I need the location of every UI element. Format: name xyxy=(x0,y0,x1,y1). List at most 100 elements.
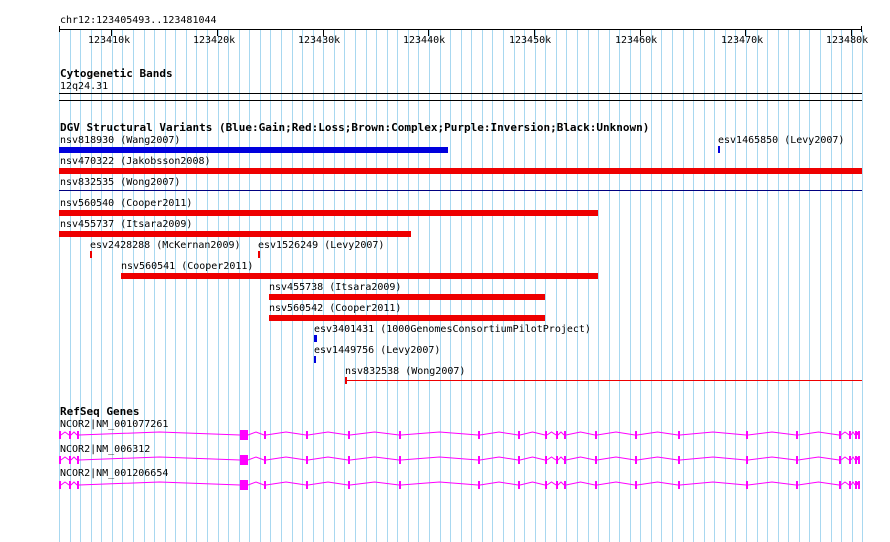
gene-exon xyxy=(564,431,566,439)
gene-exon xyxy=(796,431,798,439)
locus-label: chr12:123405493..123481044 xyxy=(60,15,217,26)
gene-exon xyxy=(595,431,597,439)
gene-exon xyxy=(858,431,860,439)
gene-exon xyxy=(240,455,248,465)
gene-exon xyxy=(240,430,248,440)
variant-label[interactable]: nsv832538 (Wong2007) xyxy=(345,366,465,378)
gene-exon xyxy=(564,456,566,464)
ruler-tick-label: 123450k xyxy=(509,35,552,46)
ruler-axis xyxy=(59,29,861,30)
variant-label[interactable]: nsv455737 (Itsara2009) xyxy=(60,219,192,231)
variant-bar-loss[interactable] xyxy=(258,251,260,258)
gene-model-nm-001077261[interactable] xyxy=(59,428,862,442)
variant-bar-loss[interactable] xyxy=(269,315,545,321)
ruler-tick-label: 123430k xyxy=(298,35,341,46)
gene-exon xyxy=(678,456,680,464)
gene-exon xyxy=(306,431,308,439)
gene-exon xyxy=(855,481,857,489)
variant-label[interactable]: nsv560541 (Cooper2011) xyxy=(121,261,253,273)
variant-bar-loss[interactable] xyxy=(59,210,598,216)
gene-exon xyxy=(518,481,520,489)
variant-label[interactable]: esv1465850 (Levy2007) xyxy=(718,135,844,147)
variant-label[interactable]: nsv818930 (Wang2007) xyxy=(60,135,180,147)
gene-exon xyxy=(545,431,547,439)
gene-exon xyxy=(348,431,350,439)
variant-bar-gain[interactable] xyxy=(59,147,448,153)
variant-label[interactable]: esv2428288 (McKernan2009) xyxy=(90,240,241,252)
variant-bar-gain[interactable] xyxy=(314,356,316,363)
gene-intron xyxy=(60,481,859,486)
cytoband-label: 12q24.31 xyxy=(60,81,109,92)
ruler-tick-label: 123420k xyxy=(193,35,236,46)
ruler-end-tick xyxy=(59,26,60,32)
gene-exon xyxy=(518,456,520,464)
gene-exon xyxy=(849,481,851,489)
gene-exon xyxy=(746,431,748,439)
gene-exon xyxy=(478,481,480,489)
gene-exon xyxy=(595,456,597,464)
variant-label[interactable]: esv1526249 (Levy2007) xyxy=(258,240,384,252)
gene-exon xyxy=(839,456,841,464)
gene-exon xyxy=(240,480,248,490)
ruler-end-tick xyxy=(861,26,862,32)
gene-intron xyxy=(60,431,859,436)
gene-exon xyxy=(635,456,637,464)
ruler-tick-label: 123480k xyxy=(826,35,869,46)
gene-exon xyxy=(348,481,350,489)
variant-label[interactable]: nsv455738 (Itsara2009) xyxy=(269,282,401,294)
gene-exon xyxy=(796,481,798,489)
gene-exon xyxy=(59,456,61,464)
cytoband-band-bottom xyxy=(59,100,862,101)
variant-label[interactable]: nsv560542 (Cooper2011) xyxy=(269,303,401,315)
gene-exon xyxy=(399,431,401,439)
gene-exon xyxy=(849,431,851,439)
gene-exon xyxy=(399,456,401,464)
variant-bar-start-tick xyxy=(345,377,347,384)
gene-exon xyxy=(69,431,71,439)
variant-label[interactable]: nsv560540 (Cooper2011) xyxy=(60,198,192,210)
variant-label[interactable]: esv1449756 (Levy2007) xyxy=(314,345,440,357)
gene-exon xyxy=(478,431,480,439)
variant-bar-loss[interactable] xyxy=(59,231,411,237)
gene-exon xyxy=(855,456,857,464)
gene-exon xyxy=(796,456,798,464)
variant-bar-gain[interactable] xyxy=(718,146,720,153)
variant-bar-line[interactable] xyxy=(59,190,862,191)
variant-label[interactable]: esv3401431 (1000GenomesConsortiumPilotPr… xyxy=(314,324,591,336)
gene-exon xyxy=(746,481,748,489)
gene-exon xyxy=(545,456,547,464)
variant-bar-line[interactable] xyxy=(345,380,862,381)
gene-exon xyxy=(545,481,547,489)
gene-exon xyxy=(399,481,401,489)
gene-exon xyxy=(69,456,71,464)
variant-bar-loss[interactable] xyxy=(269,294,545,300)
gene-exon xyxy=(858,481,860,489)
variant-bar-loss[interactable] xyxy=(90,251,92,258)
gene-model-nm-006312[interactable] xyxy=(59,453,862,467)
ruler-tick-label: 123460k xyxy=(615,35,658,46)
gene-exon xyxy=(556,431,558,439)
gene-exon xyxy=(264,481,266,489)
gene-exon xyxy=(556,481,558,489)
gene-exon xyxy=(77,456,79,464)
gene-exon xyxy=(348,456,350,464)
refseq-track-title[interactable]: RefSeq Genes xyxy=(60,406,139,418)
gene-exon xyxy=(746,456,748,464)
ruler-tick-label: 123440k xyxy=(403,35,446,46)
variant-bar-loss[interactable] xyxy=(59,168,862,174)
gene-exon xyxy=(839,481,841,489)
gene-exon xyxy=(77,481,79,489)
gene-exon xyxy=(678,481,680,489)
gene-exon xyxy=(839,431,841,439)
cytoband-track-title[interactable]: Cytogenetic Bands xyxy=(60,68,173,80)
variant-label[interactable]: nsv832535 (Wong2007) xyxy=(60,177,180,189)
gene-model-nm-001206654[interactable] xyxy=(59,478,862,492)
dgv-track-title[interactable]: DGV Structural Variants (Blue:Gain;Red:L… xyxy=(60,122,649,134)
variant-bar-loss[interactable] xyxy=(121,273,598,279)
variant-label[interactable]: nsv470322 (Jakobsson2008) xyxy=(60,156,211,168)
gene-exon xyxy=(635,481,637,489)
gene-exon xyxy=(306,456,308,464)
variant-bar-gain[interactable] xyxy=(314,335,317,342)
gene-exon xyxy=(59,431,61,439)
cytoband-band-top xyxy=(59,93,862,94)
